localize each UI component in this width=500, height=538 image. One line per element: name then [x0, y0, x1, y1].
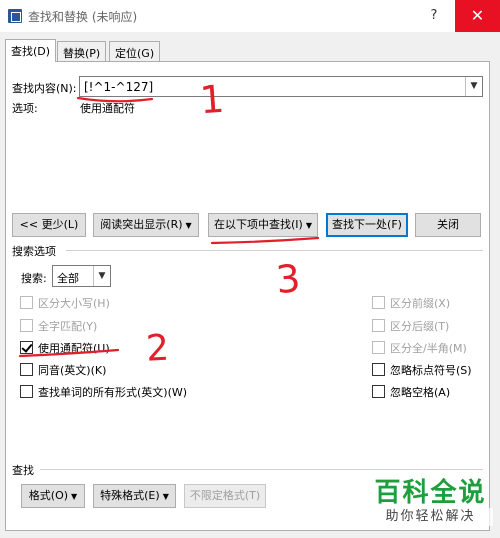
find-what-label: 查找内容(N): — [12, 82, 77, 95]
use-wildcards-label: 使用通配符(U) — [38, 342, 110, 355]
find-in-label: 在以下项中查找(I) — [214, 218, 303, 231]
match-width-label: 区分全/半角(M) — [390, 342, 467, 355]
window-title: 查找和替换 (未响应) — [28, 10, 138, 24]
watermark-slogan: 助你轻松解决 — [368, 508, 493, 526]
checkbox-box-checked — [20, 341, 33, 354]
match-case-label: 区分大小写(H) — [38, 297, 110, 310]
checkbox-box — [372, 341, 385, 354]
all-word-forms-checkbox[interactable]: 查找单词的所有形式(英文)(W) — [20, 384, 187, 400]
whole-word-label: 全字匹配(Y) — [38, 320, 98, 333]
tab-find[interactable]: 查找(D) — [5, 39, 57, 62]
close-window-button[interactable]: ✕ — [455, 0, 500, 32]
tab-goto[interactable]: 定位(G) — [109, 41, 161, 61]
ignore-punctuation-label: 忽略标点符号(S) — [390, 364, 472, 377]
ignore-whitespace-checkbox[interactable]: 忽略空格(A) — [372, 384, 450, 400]
match-suffix-label: 区分后缀(T) — [390, 320, 450, 333]
format-label: 格式(O) — [28, 489, 69, 502]
title-bar: 查找和替换 (未响应) ? ✕ — [0, 0, 500, 32]
checkbox-box — [20, 385, 33, 398]
dropdown-arrow-icon: ▼ — [305, 221, 312, 230]
chevron-down-icon: ▼ — [93, 266, 110, 286]
match-prefix-label: 区分前缀(X) — [390, 297, 451, 310]
search-options-heading: 搜索选项 — [12, 245, 56, 258]
ignore-whitespace-label: 忽略空格(A) — [390, 386, 451, 399]
find-history-dropdown-button[interactable]: ▼ — [465, 77, 482, 96]
dropdown-arrow-icon: ▼ — [71, 492, 78, 501]
sounds-like-label: 同音(英文)(K) — [38, 364, 107, 377]
section-divider — [66, 250, 483, 251]
find-what-input[interactable]: [!^1-^127] ▼ — [79, 76, 483, 97]
checkbox-box — [372, 385, 385, 398]
match-suffix-checkbox[interactable]: 区分后缀(T) — [372, 318, 449, 334]
find-section-heading: 查找 — [12, 464, 34, 477]
whole-word-checkbox[interactable]: 全字匹配(Y) — [20, 318, 97, 334]
dropdown-arrow-icon: ▼ — [162, 492, 169, 501]
help-button[interactable]: ? — [422, 4, 446, 28]
dropdown-arrow-icon: ▼ — [185, 221, 192, 230]
watermark: 百科全说 助你轻松解决 — [368, 478, 493, 526]
ignore-punctuation-checkbox[interactable]: 忽略标点符号(S) — [372, 362, 472, 378]
close-button[interactable]: 关闭 — [415, 213, 481, 237]
options-label: 选项: — [12, 102, 38, 115]
match-width-checkbox[interactable]: 区分全/半角(M) — [372, 340, 467, 356]
less-button[interactable]: << 更少(L) — [12, 213, 86, 237]
checkbox-box — [372, 296, 385, 309]
reading-highlight-button[interactable]: 阅读突出显示(R) ▼ — [93, 213, 199, 237]
no-formatting-button[interactable]: 不限定格式(T) — [184, 484, 266, 508]
reading-highlight-label: 阅读突出显示(R) — [100, 218, 183, 231]
find-in-button[interactable]: 在以下项中查找(I) ▼ — [208, 213, 318, 237]
match-case-checkbox[interactable]: 区分大小写(H) — [20, 295, 110, 311]
sounds-like-checkbox[interactable]: 同音(英文)(K) — [20, 362, 106, 378]
special-label: 特殊格式(E) — [100, 489, 160, 502]
checkbox-box — [372, 319, 385, 332]
options-value: 使用通配符 — [80, 102, 135, 115]
use-wildcards-checkbox[interactable]: 使用通配符(U) — [20, 340, 110, 356]
checkbox-box — [20, 319, 33, 332]
special-button[interactable]: 特殊格式(E) ▼ — [93, 484, 176, 508]
search-direction-select[interactable]: 全部 ▼ — [52, 265, 111, 287]
search-direction-value: 全部 — [57, 272, 79, 285]
watermark-brand: 百科全说 — [374, 478, 487, 508]
match-prefix-checkbox[interactable]: 区分前缀(X) — [372, 295, 450, 311]
section-divider — [40, 469, 483, 470]
checkbox-box — [20, 363, 33, 376]
word-app-icon — [8, 9, 22, 23]
all-word-forms-label: 查找单词的所有形式(英文)(W) — [38, 386, 188, 399]
find-next-button[interactable]: 查找下一处(F) — [326, 213, 408, 237]
find-what-value: [!^1-^127] — [84, 80, 154, 94]
format-button[interactable]: 格式(O) ▼ — [21, 484, 85, 508]
checkbox-box — [372, 363, 385, 376]
checkbox-box — [20, 296, 33, 309]
tab-replace[interactable]: 替换(P) — [57, 41, 107, 61]
search-direction-label: 搜索: — [21, 272, 47, 285]
